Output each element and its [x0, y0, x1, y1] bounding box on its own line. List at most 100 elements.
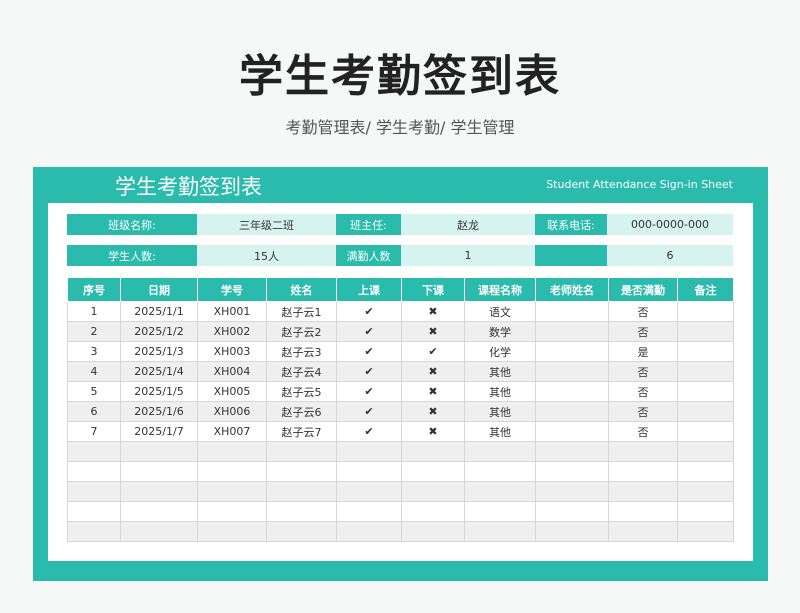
name-cell[interactable]	[266, 461, 337, 482]
full-attendance-cell[interactable]: 否	[608, 321, 678, 342]
teacher-cell[interactable]	[535, 441, 609, 462]
class-value[interactable]: 三年级二班	[197, 214, 336, 235]
full-attendance-cell[interactable]	[608, 461, 678, 482]
date-cell[interactable]: 2025/1/2	[120, 321, 198, 342]
student-id-cell[interactable]: XH006	[197, 401, 267, 422]
full-attendance-cell[interactable]: 否	[608, 401, 678, 422]
notes-cell[interactable]	[677, 421, 734, 442]
name-cell[interactable]: 赵子云2	[266, 321, 337, 342]
col-header-name[interactable]: 姓名	[266, 277, 337, 302]
col-header-student-id[interactable]: 学号	[197, 277, 267, 302]
full-attendance-cell[interactable]: 否	[608, 421, 678, 442]
course-cell[interactable]	[464, 461, 536, 482]
course-cell[interactable]: 语文	[464, 301, 536, 322]
col-header-class-out[interactable]: 下课	[401, 277, 465, 302]
teacher-cell[interactable]	[535, 301, 609, 322]
class-in-cell[interactable]	[336, 521, 402, 542]
full-attendance-cell[interactable]	[608, 521, 678, 542]
name-cell[interactable]	[266, 521, 337, 542]
teacher-cell[interactable]	[535, 321, 609, 342]
teacher-cell[interactable]	[535, 381, 609, 402]
class-in-cell[interactable]	[336, 501, 402, 522]
class-in-cell[interactable]: ✔	[336, 321, 402, 342]
course-cell[interactable]: 其他	[464, 401, 536, 422]
full-attendance-cell[interactable]: 否	[608, 301, 678, 322]
index-cell[interactable]: 6	[67, 401, 121, 422]
student-id-cell[interactable]: XH005	[197, 381, 267, 402]
date-cell[interactable]: 2025/1/5	[120, 381, 198, 402]
index-cell[interactable]: 1	[67, 301, 121, 322]
course-cell[interactable]	[464, 441, 536, 462]
date-cell[interactable]	[120, 441, 198, 462]
class-out-cell[interactable]: ✖	[401, 401, 465, 422]
class-in-cell[interactable]: ✔	[336, 301, 402, 322]
col-header-notes[interactable]: 备注	[677, 277, 734, 302]
col-header-date[interactable]: 日期	[120, 277, 198, 302]
course-cell[interactable]: 其他	[464, 421, 536, 442]
index-cell[interactable]	[67, 521, 121, 542]
class-out-cell[interactable]: ✔	[401, 341, 465, 362]
class-out-cell[interactable]	[401, 481, 465, 502]
index-cell[interactable]: 4	[67, 361, 121, 382]
index-cell[interactable]	[67, 441, 121, 462]
notes-cell[interactable]	[677, 521, 734, 542]
full-attendance-value[interactable]: 1	[401, 245, 535, 266]
student-id-cell[interactable]: XH002	[197, 321, 267, 342]
notes-cell[interactable]	[677, 481, 734, 502]
class-in-cell[interactable]	[336, 461, 402, 482]
class-out-cell[interactable]: ✖	[401, 421, 465, 442]
index-cell[interactable]: 7	[67, 421, 121, 442]
extra-value[interactable]: 6	[607, 245, 733, 266]
course-cell[interactable]: 其他	[464, 361, 536, 382]
name-cell[interactable]: 赵子云1	[266, 301, 337, 322]
index-cell[interactable]: 5	[67, 381, 121, 402]
notes-cell[interactable]	[677, 401, 734, 422]
student-id-cell[interactable]: XH004	[197, 361, 267, 382]
name-cell[interactable]: 赵子云3	[266, 341, 337, 362]
class-out-cell[interactable]: ✖	[401, 301, 465, 322]
notes-cell[interactable]	[677, 361, 734, 382]
teacher-cell[interactable]	[535, 481, 609, 502]
class-out-cell[interactable]: ✖	[401, 381, 465, 402]
date-cell[interactable]	[120, 461, 198, 482]
class-out-cell[interactable]: ✖	[401, 321, 465, 342]
class-out-cell[interactable]	[401, 461, 465, 482]
full-attendance-cell[interactable]	[608, 501, 678, 522]
class-out-cell[interactable]	[401, 521, 465, 542]
student-id-cell[interactable]: XH007	[197, 421, 267, 442]
notes-cell[interactable]	[677, 341, 734, 362]
phone-value[interactable]: 000-0000-000	[607, 214, 733, 235]
name-cell[interactable]	[266, 441, 337, 462]
student-id-cell[interactable]	[197, 501, 267, 522]
name-cell[interactable]: 赵子云5	[266, 381, 337, 402]
course-cell[interactable]: 数学	[464, 321, 536, 342]
date-cell[interactable]: 2025/1/7	[120, 421, 198, 442]
index-cell[interactable]: 3	[67, 341, 121, 362]
col-header-full-attendance[interactable]: 是否满勤	[608, 277, 678, 302]
date-cell[interactable]: 2025/1/4	[120, 361, 198, 382]
teacher-cell[interactable]	[535, 341, 609, 362]
class-in-cell[interactable]: ✔	[336, 381, 402, 402]
student-id-cell[interactable]: XH003	[197, 341, 267, 362]
teacher-cell[interactable]	[535, 521, 609, 542]
col-header-teacher[interactable]: 老师姓名	[535, 277, 609, 302]
notes-cell[interactable]	[677, 501, 734, 522]
col-header-class-in[interactable]: 上课	[336, 277, 402, 302]
class-in-cell[interactable]: ✔	[336, 341, 402, 362]
name-cell[interactable]: 赵子云7	[266, 421, 337, 442]
teacher-cell[interactable]	[535, 401, 609, 422]
students-value[interactable]: 15人	[197, 245, 336, 266]
class-out-cell[interactable]: ✖	[401, 361, 465, 382]
student-id-cell[interactable]	[197, 441, 267, 462]
index-cell[interactable]: 2	[67, 321, 121, 342]
notes-cell[interactable]	[677, 461, 734, 482]
teacher-value[interactable]: 赵龙	[401, 214, 535, 235]
full-attendance-cell[interactable]	[608, 441, 678, 462]
course-cell[interactable]	[464, 481, 536, 502]
col-header-course[interactable]: 课程名称	[464, 277, 536, 302]
course-cell[interactable]: 化学	[464, 341, 536, 362]
notes-cell[interactable]	[677, 441, 734, 462]
class-in-cell[interactable]	[336, 481, 402, 502]
date-cell[interactable]	[120, 481, 198, 502]
col-header-index[interactable]: 序号	[67, 277, 121, 302]
